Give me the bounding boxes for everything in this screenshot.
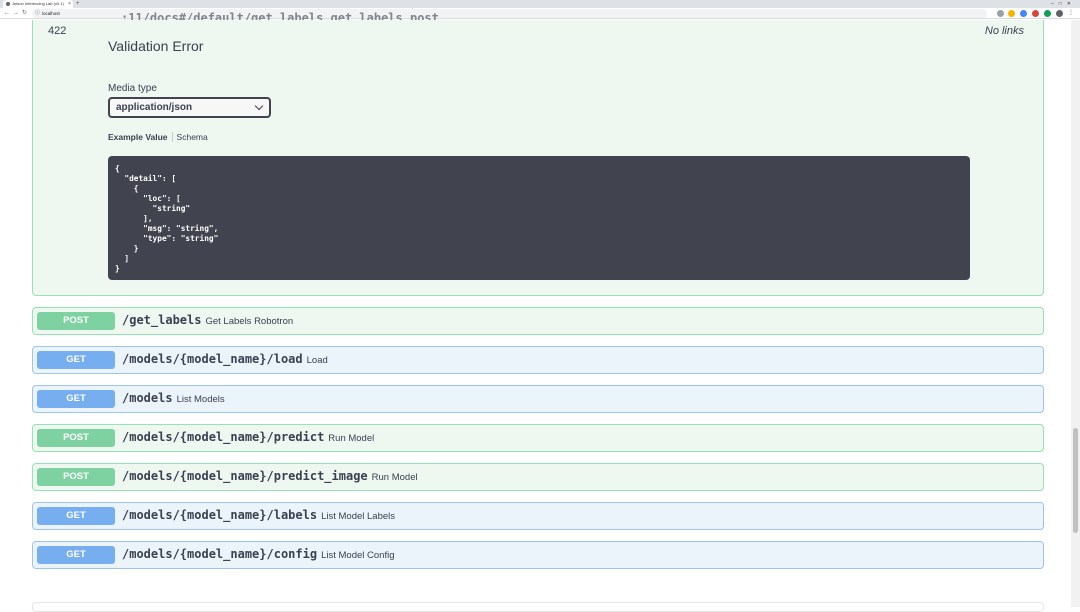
- response-description: Validation Error: [108, 38, 204, 54]
- browser-toolbar: ← → ↻ ⓘ localhost:11/docs#/default/get_l…: [0, 8, 1080, 24]
- operation-summary: Get Labels Robotron: [205, 316, 294, 327]
- media-type-label: Media type: [108, 83, 157, 94]
- operation-path: /models List Models: [122, 391, 225, 405]
- lock-icon: ⓘ: [35, 10, 41, 16]
- media-type-value: application/json: [116, 102, 193, 113]
- forward-icon[interactable]: →: [13, 8, 19, 19]
- reload-icon[interactable]: ↻: [22, 8, 27, 19]
- path-text: /models/{model_name}/load: [122, 352, 303, 366]
- method-badge: POST: [37, 312, 115, 330]
- operation-path: /models/{model_name}/predict Run Model: [122, 430, 374, 444]
- next-section-edge: [32, 602, 1044, 612]
- extension-icon[interactable]: [1032, 10, 1039, 17]
- operation-path: /get_labels Get Labels Robotron: [122, 313, 293, 327]
- operation-load-model[interactable]: GET /models/{model_name}/load Load: [32, 346, 1044, 374]
- address-bar[interactable]: ⓘ localhost:11/docs#/default/get_labels_…: [32, 9, 987, 24]
- tab-divider: [171, 132, 173, 142]
- chevron-down-icon: [254, 101, 264, 111]
- url-host: localhost: [42, 11, 60, 16]
- favicon-icon: [6, 2, 10, 6]
- operation-path: /models/{model_name}/predict_image Run Mo…: [122, 469, 418, 483]
- path-text: /models/{model_name}/labels: [122, 508, 318, 522]
- new-tab-button[interactable]: +: [76, 0, 80, 8]
- operation-get-labels[interactable]: POST /get_labels Get Labels Robotron: [32, 307, 1044, 335]
- path-text: /models/{model_name}/config: [122, 547, 318, 561]
- operation-summary: List Model Config: [321, 550, 395, 561]
- browser-tab-bar: Jetson Inferencing Lab (v0.1) × + –□✕: [0, 0, 1080, 8]
- operation-path: /models/{model_name}/config List Model Co…: [122, 547, 394, 561]
- operation-list-models[interactable]: GET /models List Models: [32, 385, 1044, 413]
- tab-schema[interactable]: Schema: [177, 132, 208, 142]
- expanded-operation-block: 422 Validation Error No links Media type…: [32, 20, 1044, 296]
- example-code-block: { "detail": [ { "loc": [ "string" ], "ms…: [108, 156, 970, 280]
- example-schema-tabs: Example Value Schema: [108, 132, 208, 142]
- response-code: 422: [48, 25, 67, 37]
- method-badge: GET: [37, 390, 115, 408]
- profile-avatar[interactable]: [1056, 10, 1063, 17]
- operation-summary: Load: [306, 355, 328, 366]
- path-text: /models: [122, 391, 173, 405]
- method-badge: GET: [37, 351, 115, 369]
- window-controls[interactable]: –□✕: [1051, 0, 1076, 8]
- operation-path: /models/{model_name}/labels List Model La…: [122, 508, 395, 522]
- operation-list-config[interactable]: GET /models/{model_name}/config List Mode…: [32, 541, 1044, 569]
- tab-close-icon[interactable]: ×: [68, 0, 71, 8]
- operation-summary: Run Model: [371, 472, 418, 483]
- browser-tab[interactable]: Jetson Inferencing Lab (v0.1) ×: [3, 0, 73, 8]
- method-badge: POST: [37, 429, 115, 447]
- path-text: /models/{model_name}/predict_image: [122, 469, 368, 483]
- response-links: No links: [984, 25, 1024, 37]
- operation-predict[interactable]: POST /models/{model_name}/predict Run Mod…: [32, 424, 1044, 452]
- method-badge: GET: [37, 546, 115, 564]
- operation-summary: Run Model: [328, 433, 375, 444]
- path-text: /get_labels: [122, 313, 202, 327]
- extension-icon[interactable]: [1044, 10, 1051, 17]
- bookmark-star-icon[interactable]: [1008, 10, 1015, 17]
- operation-predict-image[interactable]: POST /models/{model_name}/predict_image R…: [32, 463, 1044, 491]
- method-badge: POST: [37, 468, 115, 486]
- zoom-icon[interactable]: [997, 10, 1004, 17]
- operation-path: /models/{model_name}/load Load: [122, 352, 328, 366]
- operation-summary: List Model Labels: [321, 511, 396, 522]
- example-json: { "detail": [ { "loc": [ "string" ], "ms…: [115, 164, 219, 273]
- tab-example-value[interactable]: Example Value: [108, 132, 168, 142]
- extension-icon[interactable]: [1020, 10, 1027, 17]
- operation-summary: List Models: [176, 394, 225, 405]
- menu-icon[interactable]: ⋮: [1068, 8, 1074, 19]
- path-text: /models/{model_name}/predict: [122, 430, 325, 444]
- operation-list-labels[interactable]: GET /models/{model_name}/labels List Mode…: [32, 502, 1044, 530]
- method-badge: GET: [37, 507, 115, 525]
- tab-title: Jetson Inferencing Lab (v0.1): [12, 1, 64, 6]
- back-icon[interactable]: ←: [4, 8, 10, 19]
- media-type-select[interactable]: application/json: [108, 97, 271, 118]
- scrollbar-thumb[interactable]: [1073, 428, 1078, 533]
